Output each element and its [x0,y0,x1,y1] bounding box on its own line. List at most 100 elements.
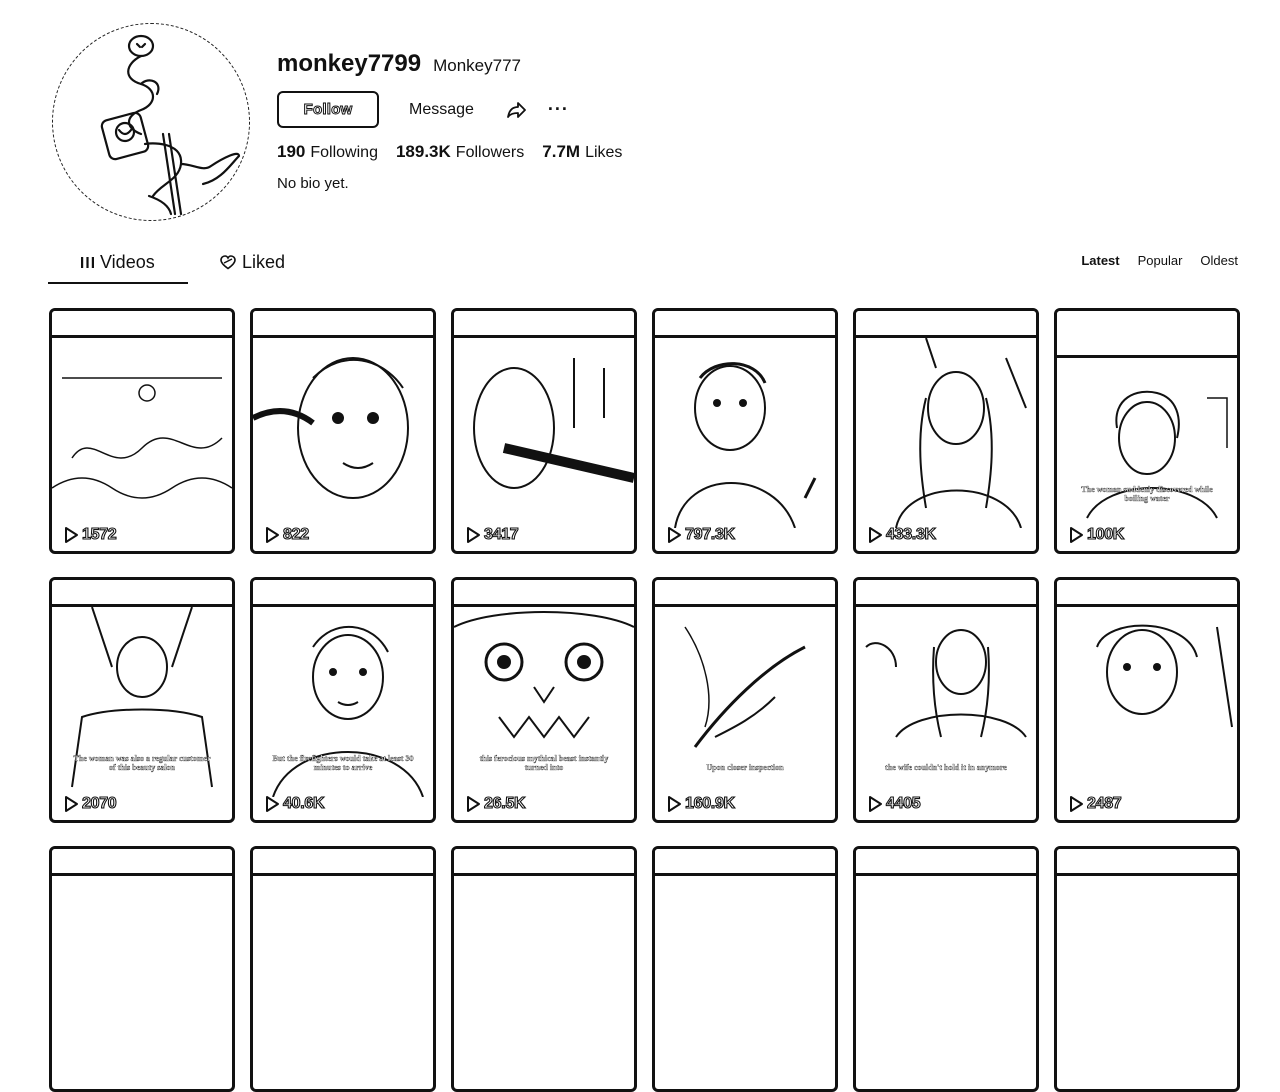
sort-oldest[interactable]: Oldest [1200,253,1238,268]
play-icon [668,796,681,812]
more-options-icon[interactable]: ··· [548,99,569,120]
view-count: 3417 [464,525,519,544]
thumbnail-top-band [655,849,835,876]
following-label: Following [310,144,378,161]
tab-videos[interactable]: Videos [81,252,155,273]
view-count: 40.6K [263,794,325,813]
video-thumbnail [1096,624,1233,728]
thumbnail-top-band [52,311,232,338]
video-card[interactable]: 3417 [451,308,637,554]
play-icon [65,527,78,543]
tab-liked[interactable]: Liked [220,252,285,273]
video-card[interactable]: The woman suddenly discovered while boil… [1054,308,1240,554]
video-card[interactable]: 2487 [1054,577,1240,823]
video-thumbnail [674,362,817,528]
following-stat[interactable]: 190 Following [277,142,378,162]
view-count: 2487 [1067,794,1122,813]
view-count-value: 2070 [81,794,117,812]
followers-count: 189.3K [395,142,451,161]
view-count: 2070 [62,794,117,813]
followers-stat[interactable]: 189.3K Followers [396,142,524,162]
video-caption: the wife couldn't hold it in anymore [885,763,1007,772]
video-card[interactable]: The woman was also a regular customer of… [49,577,235,823]
followers-label: Followers [455,144,525,161]
profile-stats: 190 Following 189.3K Followers 7.7M Likes [277,142,622,162]
thumbnail-top-band [1057,311,1237,358]
video-card[interactable]: 797.3K [652,308,838,554]
video-card[interactable]: this ferocious mythical beast instantly … [451,577,637,823]
profile-header: monkey7799 Monkey777 [277,50,521,78]
play-icon [467,796,480,812]
video-caption: The woman suddenly discovered while boil… [1081,485,1213,503]
view-count-value: 26.5K [483,794,526,812]
avatar[interactable] [52,23,250,221]
profile-bio: No bio yet. [277,175,349,192]
video-card[interactable] [49,846,235,1092]
sort-latest[interactable]: Latest [1081,253,1119,268]
video-card[interactable] [1054,846,1240,1092]
view-count: 433.3K [866,525,937,544]
view-count-value: 822 [282,525,309,543]
thumbnail-top-band [1057,580,1237,607]
likes-stat: 7.7M Likes [542,142,622,162]
tab-liked-label: Liked [242,252,286,272]
video-caption: this ferocious mythical beast instantly … [479,754,609,772]
thumbnail-top-band [655,311,835,338]
video-card[interactable] [652,846,838,1092]
video-card[interactable]: the wife couldn't hold it in anymore 4405 [853,577,1039,823]
thumbnail-top-band [253,580,433,607]
share-icon[interactable] [506,99,528,121]
monkey-drawing [100,34,241,216]
video-card[interactable]: 1572 [49,308,235,554]
tab-videos-label: Videos [100,252,155,272]
sort-options: Latest Popular Oldest [1081,253,1238,268]
play-icon [869,527,882,543]
video-thumbnail [895,338,1027,528]
view-count-value: 2487 [1086,794,1122,812]
thumbnail-top-band [454,311,634,338]
thumbnail-top-band [655,580,835,607]
follow-button-label: Follow [303,101,353,119]
thumbnail-top-band [253,311,433,338]
video-thumbnail [52,377,232,499]
view-count-value: 100K [1086,525,1125,543]
thumbnail-top-band [856,849,1036,876]
sort-popular[interactable]: Popular [1138,253,1183,268]
video-card[interactable]: 433.3K [853,308,1039,554]
thumbnail-top-band [856,580,1036,607]
thumbnail-top-band [52,849,232,876]
view-count: 1572 [62,525,117,544]
view-count: 4405 [866,794,921,813]
video-caption: Upon closer inspection [706,763,784,772]
likes-label: Likes [585,144,623,161]
view-count-value: 1572 [81,525,117,543]
view-count-value: 160.9K [684,794,735,812]
play-icon [869,796,882,812]
video-card[interactable] [451,846,637,1092]
video-card[interactable] [853,846,1039,1092]
video-card[interactable]: Upon closer inspection 160.9K [652,577,838,823]
view-count-value: 4405 [885,794,921,812]
video-card[interactable]: 822 [250,308,436,554]
profile-actions: Follow Message ··· [277,91,569,128]
play-icon [266,527,279,543]
thumbnail-top-band [52,580,232,607]
grid-bars-icon [81,257,94,268]
play-icon [65,796,78,812]
follow-button[interactable]: Follow [277,91,379,128]
thumbnail-top-band [856,311,1036,338]
heart-icon [220,255,236,270]
view-count: 26.5K [464,794,526,813]
video-caption: The woman was also a regular customer of… [73,754,211,772]
video-thumbnail [473,358,634,489]
thumbnail-top-band [454,580,634,607]
video-card[interactable]: But the firefighters would take at least… [250,577,436,823]
video-card[interactable] [250,846,436,1092]
tab-active-indicator [48,282,188,284]
video-caption: But the firefighters would take at least… [272,754,414,772]
view-count-value: 3417 [483,525,519,543]
likes-count: 7.7M [542,142,581,161]
nickname: Monkey777 [433,56,521,75]
thumbnail-top-band [454,849,634,876]
message-button[interactable]: Message [409,101,474,119]
